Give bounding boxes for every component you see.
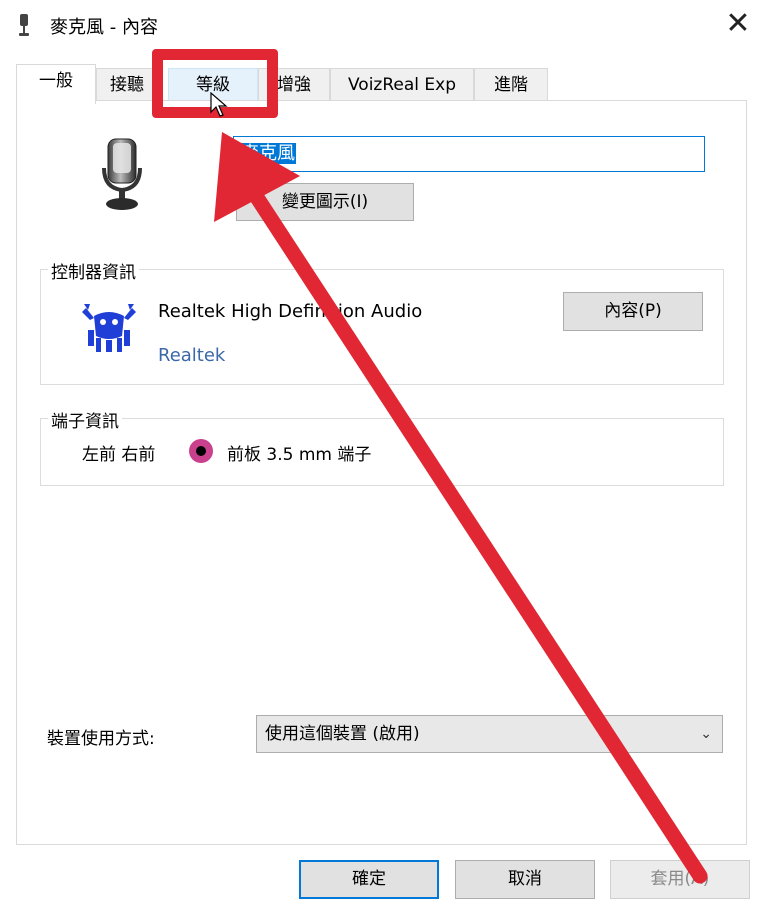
realtek-crab-logo: [82, 304, 136, 352]
jack-color-indicator: [189, 439, 213, 463]
tab-strip: 一般 接聽 等級 增強 VoizReal Exp 進階: [16, 64, 756, 104]
change-icon-button[interactable]: 變更圖示(I): [236, 183, 414, 221]
microphone-icon: [19, 14, 29, 36]
controller-properties-button[interactable]: 內容(P): [563, 292, 703, 331]
apply-button[interactable]: 套用(A): [610, 860, 750, 899]
device-usage-label: 裝置使用方式:: [47, 729, 155, 749]
controller-info-label: 控制器資訊: [48, 258, 139, 283]
jack-info-label: 端子資訊: [48, 407, 122, 432]
window-title: 麥克風 - 內容: [50, 17, 158, 38]
jack-location: 左前 右前: [82, 445, 156, 465]
tab-general[interactable]: 一般: [16, 64, 96, 104]
tab-listen[interactable]: 接聽: [96, 68, 158, 102]
ok-button[interactable]: 確定: [299, 860, 439, 899]
microphone-icon: [102, 138, 142, 210]
mouse-cursor-icon: [210, 92, 228, 117]
device-name-value: 麥克風: [240, 143, 296, 164]
tab-voizreal[interactable]: VoizReal Exp: [330, 68, 474, 102]
tab-advanced[interactable]: 進階: [474, 68, 548, 102]
controller-name: Realtek High Definition Audio: [158, 301, 423, 322]
device-name-input[interactable]: 麥克風: [233, 136, 705, 172]
vendor-link[interactable]: Realtek: [158, 345, 225, 366]
chevron-down-icon: ⌄: [700, 726, 712, 742]
title-bar: 麥克風 - 內容 ✕: [0, 0, 764, 50]
device-usage-select[interactable]: 使用這個裝置 (啟用) ⌄: [256, 715, 723, 753]
cancel-button[interactable]: 取消: [455, 860, 595, 899]
close-button[interactable]: ✕: [716, 6, 760, 44]
jack-description: 前板 3.5 mm 端子: [227, 445, 372, 465]
device-usage-selected: 使用這個裝置 (啟用): [265, 724, 420, 744]
